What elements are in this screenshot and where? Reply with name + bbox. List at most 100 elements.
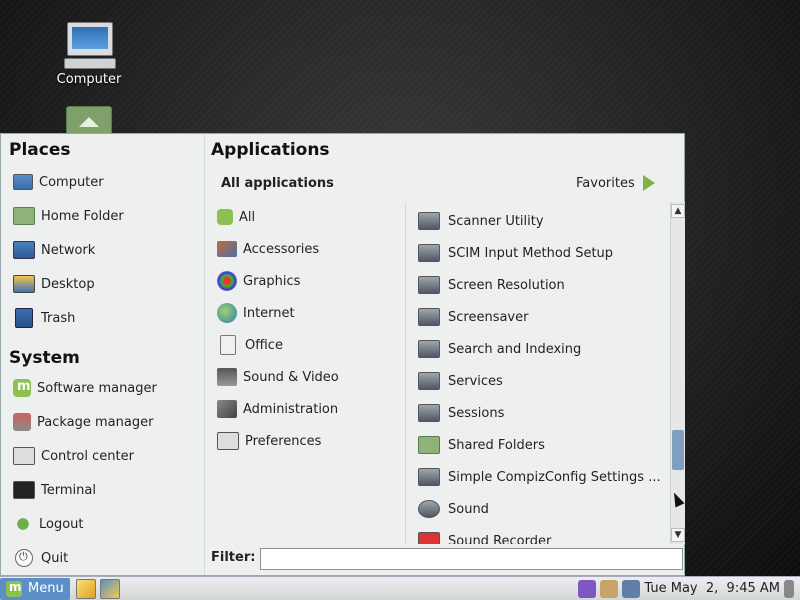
- scanner-icon: [418, 212, 440, 230]
- category-label: Graphics: [243, 273, 301, 289]
- network-icon: [13, 241, 35, 259]
- places-item-network[interactable]: Network: [13, 237, 95, 263]
- desktop-icon-label: Computer: [56, 72, 122, 87]
- app-shared-folders[interactable]: Shared Folders: [418, 432, 545, 458]
- clock[interactable]: Tue May 2, 9:45 AM: [644, 581, 780, 596]
- app-label: Sessions: [448, 405, 505, 421]
- app-label: Screen Resolution: [448, 277, 565, 293]
- control-center-icon: [13, 447, 35, 465]
- all-applications-heading: All applications: [221, 176, 334, 191]
- monitor-icon: [418, 308, 440, 326]
- system-title: System: [9, 348, 80, 368]
- power-icon: [15, 549, 33, 567]
- category-sound-video[interactable]: Sound & Video: [217, 364, 339, 390]
- desktop-icon: [13, 275, 35, 293]
- category-label: Internet: [243, 305, 295, 321]
- network-status-icon[interactable]: [622, 579, 641, 598]
- scroll-up-icon[interactable]: ▲: [671, 204, 685, 218]
- app-label: Services: [448, 373, 503, 389]
- app-screen-resolution[interactable]: Screen Resolution: [418, 272, 565, 298]
- system-item-logout[interactable]: Logout: [13, 511, 84, 537]
- keyboard-icon: [418, 244, 440, 262]
- category-label: All: [239, 209, 256, 225]
- category-label: Office: [245, 337, 283, 353]
- item-label: Software manager: [37, 380, 157, 396]
- scroll-down-icon[interactable]: ▼: [671, 528, 685, 542]
- menu-button[interactable]: Menu: [0, 577, 70, 600]
- menu-button-label: Menu: [28, 581, 64, 596]
- app-label: Search and Indexing: [448, 341, 582, 357]
- filter-input[interactable]: [260, 548, 683, 570]
- filter-label: Filter:: [211, 550, 256, 565]
- folder-icon: [418, 436, 440, 454]
- scrollbar-thumb[interactable]: [672, 430, 684, 470]
- item-label: Quit: [41, 550, 69, 566]
- home-folder-icon: [13, 207, 35, 225]
- display-icon: [418, 276, 440, 294]
- main-menu: Places Computer Home Folder Network Desk…: [0, 133, 685, 576]
- category-accessories[interactable]: Accessories: [217, 236, 319, 262]
- system-item-control-center[interactable]: Control center: [13, 443, 134, 469]
- graphics-icon: [217, 271, 237, 291]
- favorites-label: Favorites: [576, 175, 635, 191]
- lock-icon[interactable]: [600, 579, 619, 598]
- globe-icon: [217, 303, 237, 323]
- text-editor-launcher-icon[interactable]: [75, 578, 96, 599]
- category-office[interactable]: Office: [217, 332, 283, 358]
- category-preferences[interactable]: Preferences: [217, 428, 321, 454]
- preferences-icon: [217, 432, 239, 450]
- places-item-computer[interactable]: Computer: [13, 169, 104, 195]
- app-label: Sound Recorder: [448, 533, 552, 545]
- desktop-icon-computer[interactable]: Computer: [44, 22, 134, 87]
- system-item-package-manager[interactable]: Package manager: [13, 409, 153, 435]
- app-sessions[interactable]: Sessions: [418, 400, 504, 426]
- gear-icon[interactable]: [578, 579, 597, 598]
- office-icon: [220, 335, 236, 355]
- system-item-quit[interactable]: Quit: [13, 545, 68, 571]
- category-administration[interactable]: Administration: [217, 396, 338, 422]
- category-label: Sound & Video: [243, 369, 339, 385]
- app-label: Shared Folders: [448, 437, 545, 453]
- accessories-icon: [217, 241, 237, 257]
- app-search-indexing[interactable]: Search and Indexing: [418, 336, 581, 362]
- software-manager-icon: [13, 379, 31, 397]
- system-item-terminal[interactable]: Terminal: [13, 477, 96, 503]
- app-compizconfig[interactable]: Simple CompizConfig Settings ...: [418, 464, 661, 490]
- computer-icon: [64, 22, 116, 69]
- category-label: Administration: [243, 401, 339, 417]
- places-item-trash[interactable]: Trash: [13, 305, 75, 331]
- app-sound-recorder[interactable]: Sound Recorder: [418, 528, 551, 544]
- category-graphics[interactable]: Graphics: [217, 268, 300, 294]
- system-item-software-manager[interactable]: Software manager: [13, 375, 157, 401]
- app-services[interactable]: Services: [418, 368, 503, 394]
- system-tray: Tue May 2, 9:45 AM: [578, 579, 800, 598]
- sessions-icon: [418, 404, 440, 422]
- trash-icon: [15, 308, 33, 328]
- application-list: Scanner Utility SCIM Input Method Setup …: [406, 202, 669, 544]
- places-item-desktop[interactable]: Desktop: [13, 271, 95, 297]
- category-all[interactable]: All: [217, 204, 255, 230]
- settings-launcher-icon[interactable]: [99, 578, 120, 599]
- speaker-icon: [418, 500, 440, 518]
- app-sound[interactable]: Sound: [418, 496, 489, 522]
- category-list: All Accessories Graphics Internet Office…: [205, 202, 406, 544]
- places-item-home-folder[interactable]: Home Folder: [13, 203, 124, 229]
- package-manager-icon: [13, 413, 31, 431]
- item-label: Home Folder: [41, 208, 124, 224]
- menu-left-column: Places Computer Home Folder Network Desk…: [1, 134, 205, 575]
- services-icon: [418, 372, 440, 390]
- app-scim-setup[interactable]: SCIM Input Method Setup: [418, 240, 613, 266]
- app-scanner-utility[interactable]: Scanner Utility: [418, 208, 544, 234]
- mint-logo-icon: [6, 580, 22, 597]
- search-icon: [418, 340, 440, 358]
- mint-logo-icon: [217, 209, 233, 225]
- volume-icon[interactable]: [784, 579, 794, 598]
- favorites-button[interactable]: Favorites: [576, 175, 655, 191]
- terminal-icon: [13, 481, 35, 499]
- microphone-icon: [418, 532, 440, 544]
- logout-icon: [13, 514, 33, 534]
- item-label: Terminal: [41, 482, 96, 498]
- category-internet[interactable]: Internet: [217, 300, 295, 326]
- item-label: Computer: [39, 174, 104, 190]
- app-screensaver[interactable]: Screensaver: [418, 304, 528, 330]
